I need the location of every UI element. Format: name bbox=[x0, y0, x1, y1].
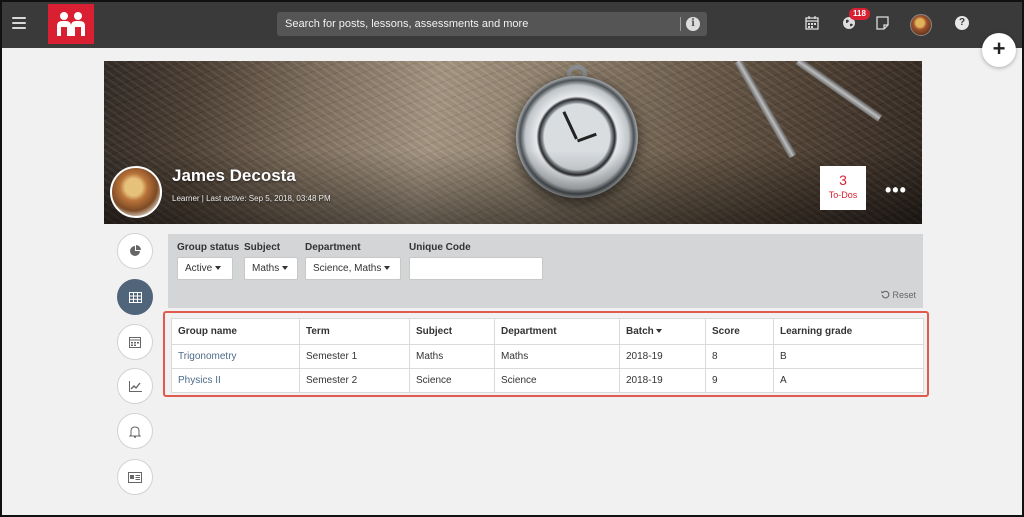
subject-value: Maths bbox=[252, 263, 280, 274]
batch-cell: 2018-19 bbox=[619, 344, 706, 369]
group-status-label: Group status bbox=[177, 242, 240, 253]
profile-last-active: Learner | Last active: Sep 5, 2018, 03:4… bbox=[172, 194, 331, 203]
subject-label: Subject bbox=[244, 242, 281, 253]
column-header-term[interactable]: Term bbox=[299, 318, 410, 345]
chevron-down-icon bbox=[282, 266, 289, 271]
todos-count: 3 bbox=[839, 172, 847, 188]
hamburger-menu-icon[interactable] bbox=[12, 17, 26, 29]
score-cell: 9 bbox=[705, 368, 774, 393]
reset-label: Reset bbox=[892, 290, 916, 300]
create-button[interactable]: + bbox=[982, 33, 1016, 67]
filter-panel: Group status Subject Department Unique C… bbox=[168, 234, 923, 308]
term-cell: Semester 2 bbox=[299, 368, 410, 393]
unique-code-input[interactable] bbox=[409, 257, 543, 280]
column-header-batch[interactable]: Batch bbox=[619, 318, 706, 345]
profile-avatar bbox=[110, 166, 162, 218]
info-icon[interactable]: i bbox=[686, 17, 700, 31]
reset-icon bbox=[881, 290, 890, 299]
column-header-learning-grade[interactable]: Learning grade bbox=[773, 318, 924, 345]
department-cell: Science bbox=[494, 368, 620, 393]
batch-cell: 2018-19 bbox=[619, 368, 706, 393]
column-header-subject[interactable]: Subject bbox=[409, 318, 495, 345]
sidenav-notifications-button[interactable] bbox=[117, 413, 153, 449]
line-chart-icon bbox=[128, 380, 142, 392]
subject-dropdown[interactable]: Maths bbox=[244, 257, 298, 280]
global-search-bar[interactable]: Search for posts, lessons, assessments a… bbox=[277, 12, 707, 36]
column-header-score[interactable]: Score bbox=[705, 318, 774, 345]
learning-grade-cell: B bbox=[773, 344, 924, 369]
reset-filters-button[interactable]: Reset bbox=[881, 290, 916, 300]
term-cell: Semester 1 bbox=[299, 344, 410, 369]
sidenav-calendar-button[interactable] bbox=[117, 324, 153, 360]
batch-header-label: Batch bbox=[626, 326, 654, 337]
top-navigation-bar: Search for posts, lessons, assessments a… bbox=[2, 2, 1022, 48]
table-row: Physics II Semester 2 Science Science 20… bbox=[171, 368, 924, 393]
department-label: Department bbox=[305, 242, 361, 253]
department-cell: Maths bbox=[494, 344, 620, 369]
notification-badge: 118 bbox=[849, 8, 870, 20]
app-logo[interactable] bbox=[48, 4, 94, 44]
sidenav-overview-button[interactable] bbox=[117, 233, 153, 269]
table-icon bbox=[128, 291, 142, 303]
score-cell: 8 bbox=[705, 344, 774, 369]
bell-icon bbox=[128, 426, 142, 438]
group-name-link[interactable]: Physics II bbox=[171, 368, 300, 393]
profile-name: James Decosta bbox=[172, 166, 296, 185]
department-value: Science, Maths bbox=[313, 263, 382, 274]
learning-grade-cell: A bbox=[773, 368, 924, 393]
chevron-down-icon bbox=[384, 266, 391, 271]
group-status-dropdown[interactable]: Active bbox=[177, 257, 233, 280]
groups-table-highlight: Group name Term Subject Department Batch… bbox=[163, 311, 929, 397]
sort-down-icon bbox=[655, 329, 662, 334]
search-placeholder[interactable]: Search for posts, lessons, assessments a… bbox=[285, 18, 528, 30]
more-options-button[interactable]: ••• bbox=[885, 180, 907, 201]
todos-button[interactable]: 3 To-Dos bbox=[820, 166, 866, 210]
calendar-icon bbox=[129, 337, 141, 349]
calendar-icon[interactable] bbox=[805, 16, 819, 30]
sidenav-profile-card-button[interactable] bbox=[117, 459, 153, 495]
chevron-down-icon bbox=[215, 266, 222, 271]
sidenav-progress-button[interactable] bbox=[117, 368, 153, 404]
groups-table: Group name Term Subject Department Batch… bbox=[171, 318, 924, 393]
unique-code-label: Unique Code bbox=[409, 242, 471, 253]
note-icon[interactable] bbox=[876, 16, 889, 30]
sidenav-groups-button[interactable] bbox=[117, 279, 153, 315]
group-status-value: Active bbox=[185, 263, 213, 274]
group-name-link[interactable]: Trigonometry bbox=[171, 344, 300, 369]
column-header-group-name[interactable]: Group name bbox=[171, 318, 300, 345]
column-header-department[interactable]: Department bbox=[494, 318, 620, 345]
user-avatar[interactable] bbox=[910, 14, 932, 36]
help-icon[interactable]: ? bbox=[955, 16, 969, 30]
search-divider bbox=[680, 17, 681, 31]
app-frame: Search for posts, lessons, assessments a… bbox=[0, 0, 1024, 517]
table-row: Trigonometry Semester 1 Maths Maths 2018… bbox=[171, 344, 924, 369]
subject-cell: Maths bbox=[409, 344, 495, 369]
subject-cell: Science bbox=[409, 368, 495, 393]
todos-label: To-Dos bbox=[828, 190, 858, 200]
pie-chart-icon bbox=[130, 245, 141, 257]
department-dropdown[interactable]: Science, Maths bbox=[305, 257, 401, 280]
id-card-icon bbox=[128, 471, 142, 483]
table-header-row: Group name Term Subject Department Batch… bbox=[171, 318, 924, 345]
